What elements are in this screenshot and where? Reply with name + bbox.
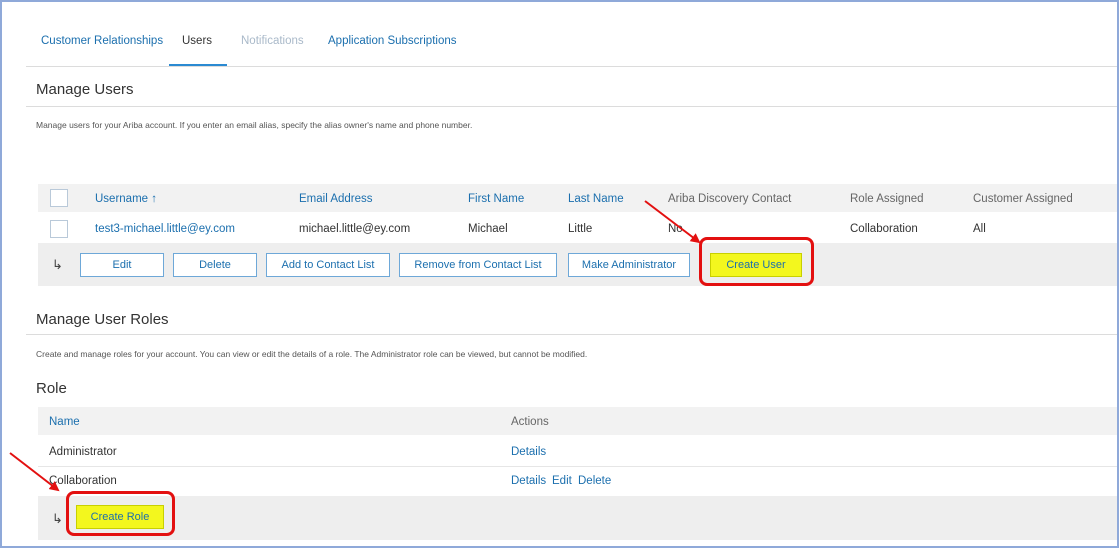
column-last-name[interactable]: Last Name <box>568 193 624 205</box>
tab-customer-relationships[interactable]: Customer Relationships <box>41 35 163 47</box>
row-action-arrow-icon: ↳ <box>52 511 63 526</box>
tab-notifications: Notifications <box>241 35 304 47</box>
customer-assigned-cell: All <box>973 223 986 235</box>
column-customer-assigned: Customer Assigned <box>973 193 1073 205</box>
roles-action-bar <box>38 496 1117 540</box>
manage-users-divider <box>26 106 1117 107</box>
tab-users[interactable]: Users <box>182 35 212 47</box>
discovery-contact-cell: No <box>668 223 683 235</box>
role-heading: Role <box>36 380 67 397</box>
tab-application-subscriptions[interactable]: Application Subscriptions <box>328 35 457 47</box>
column-username[interactable]: Username ↑ <box>95 193 157 205</box>
column-role-name[interactable]: Name <box>49 416 80 428</box>
column-role-assigned: Role Assigned <box>850 193 924 205</box>
column-first-name[interactable]: First Name <box>468 193 524 205</box>
manage-users-description: Manage users for your Ariba account. If … <box>36 120 473 130</box>
make-administrator-button[interactable]: Make Administrator <box>568 253 690 277</box>
select-all-checkbox[interactable] <box>50 189 68 207</box>
column-ariba-discovery-contact: Ariba Discovery Contact <box>668 193 792 205</box>
tabs-divider <box>26 66 1117 67</box>
edit-user-button[interactable]: Edit <box>80 253 164 277</box>
column-email-address[interactable]: Email Address <box>299 193 373 205</box>
screenshot-frame: Customer Relationships Users Notificatio… <box>0 0 1119 548</box>
role-assigned-cell: Collaboration <box>850 223 918 235</box>
role-name-collaboration: Collaboration <box>49 475 117 487</box>
manage-users-title: Manage Users <box>36 81 134 98</box>
first-name-cell: Michael <box>468 223 508 235</box>
add-to-contact-list-button[interactable]: Add to Contact List <box>266 253 390 277</box>
role-row-divider <box>38 466 1117 467</box>
collaboration-delete-link[interactable]: Delete <box>578 475 611 487</box>
manage-roles-description: Create and manage roles for your account… <box>36 349 588 359</box>
roles-table-header <box>38 407 1117 435</box>
create-role-callout <box>66 491 175 536</box>
remove-from-contact-list-button[interactable]: Remove from Contact List <box>399 253 557 277</box>
email-cell: michael.little@ey.com <box>299 223 411 235</box>
username-cell[interactable]: test3-michael.little@ey.com <box>95 223 235 235</box>
role-name-administrator: Administrator <box>49 446 117 458</box>
row-action-arrow-icon: ↳ <box>52 257 63 272</box>
manage-roles-title: Manage User Roles <box>36 311 169 328</box>
create-user-callout <box>699 237 814 286</box>
row-checkbox[interactable] <box>50 220 68 238</box>
collaboration-edit-link[interactable]: Edit <box>552 475 572 487</box>
delete-user-button[interactable]: Delete <box>173 253 257 277</box>
manage-roles-divider <box>26 334 1117 335</box>
last-name-cell: Little <box>568 223 593 235</box>
administrator-details-link[interactable]: Details <box>511 446 546 458</box>
column-role-actions: Actions <box>511 416 549 428</box>
collaboration-details-link[interactable]: Details <box>511 475 546 487</box>
